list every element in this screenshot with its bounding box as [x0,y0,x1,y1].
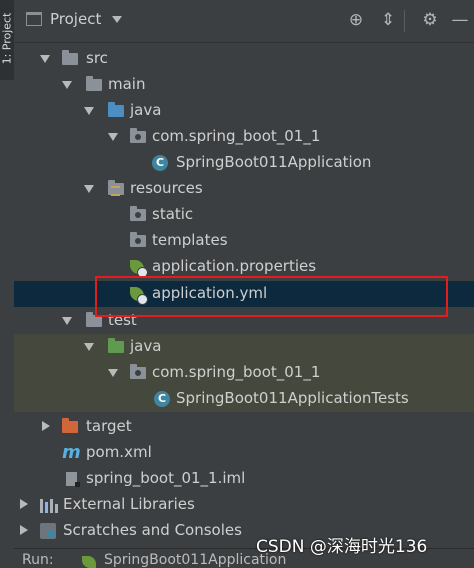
expand-arrow-icon[interactable] [108,369,118,377]
tree-label: java [130,337,162,355]
side-tool-strip: 1: Project [0,0,15,564]
project-tool-tab[interactable]: 1: Project [0,0,14,80]
collapsed-arrow-icon[interactable] [20,525,28,535]
maven-icon: m [62,442,81,463]
run-label: Run: [22,552,54,568]
watermark: CSDN @深海时光136 [256,537,428,557]
tree-row-external-libraries[interactable]: External Libraries [14,492,474,518]
tree-label: com.spring_boot_01_1 [152,363,321,381]
package-icon [130,364,146,379]
resources-folder-icon [108,180,124,196]
scratches-icon [40,523,56,539]
tree-row-package[interactable]: com.spring_boot_01_1 [14,124,474,150]
locate-target-icon[interactable]: ⊕ [346,10,366,30]
spring-config-icon [130,260,148,278]
tree-row-application-class[interactable]: C SpringBoot011Application [14,150,474,176]
folder-icon [130,232,146,247]
view-selector[interactable]: Project [50,10,101,28]
tree-row-src[interactable]: src [14,46,474,72]
tree-label: SpringBoot011ApplicationTests [176,389,409,407]
expand-arrow-icon[interactable] [84,107,94,115]
highlight-annotation-box [95,276,448,317]
package-icon [130,128,146,143]
tree-row-main[interactable]: main [14,72,474,98]
gear-icon[interactable]: ⚙ [420,10,440,30]
tree-label: com.spring_boot_01_1 [152,127,321,145]
toolbar-divider [404,10,405,32]
expand-arrow-icon[interactable] [84,185,94,193]
tree-row-target[interactable]: target [14,414,474,440]
tree-row-test-java[interactable]: java [14,334,474,360]
expand-arrow-icon[interactable] [108,133,118,141]
tree-row-java[interactable]: java [14,98,474,124]
spring-boot-icon [82,556,96,568]
tree-row-pom[interactable]: m pom.xml [14,440,474,466]
expand-arrow-icon[interactable] [62,81,72,89]
expand-arrow-icon[interactable] [84,343,94,351]
tree-label: static [152,205,194,223]
collapsed-arrow-icon[interactable] [42,421,50,431]
spring-boot-class-icon: C [152,155,168,171]
tree-row-resources[interactable]: resources [14,176,474,202]
chevron-down-icon[interactable] [112,16,122,23]
excluded-folder-icon [62,418,78,433]
folder-icon [62,50,78,65]
tree-row-tests-class[interactable]: C SpringBoot011ApplicationTests [14,386,474,412]
expand-arrow-icon[interactable] [40,55,50,63]
library-icon [40,497,58,513]
project-panel: Project ⊕ ⇕ ⚙ — src main java com.spring… [14,0,474,568]
source-folder-icon [108,102,124,117]
tree-label: main [108,75,146,93]
minimize-icon[interactable]: — [450,10,470,30]
folder-icon [86,76,102,91]
tree-row-static[interactable]: static [14,202,474,228]
project-tool-tab-label: 1: Project [0,12,14,65]
expand-arrow-icon[interactable] [62,317,72,325]
tree-row-test-package[interactable]: com.spring_boot_01_1 [14,360,474,386]
tree-label: External Libraries [63,495,195,513]
tree-label: pom.xml [86,443,152,461]
test-folder-icon [108,338,124,353]
project-view-icon [26,12,42,26]
panel-header: Project ⊕ ⇕ ⚙ — [14,0,474,43]
tree-row-iml[interactable]: spring_boot_01_1.iml [14,466,474,492]
collapsed-arrow-icon[interactable] [20,499,28,509]
module-file-icon [66,472,80,487]
tree-label: Scratches and Consoles [63,521,242,539]
tree-row-templates[interactable]: templates [14,228,474,254]
tree-label: java [130,101,162,119]
tree-label: resources [130,179,203,197]
tree-label: spring_boot_01_1.iml [86,469,246,487]
folder-icon [130,206,146,221]
tree-label: SpringBoot011Application [176,153,372,171]
tree-label: target [86,417,132,435]
tree-label: application.properties [152,257,317,275]
tree-label: templates [152,231,228,249]
class-icon: C [154,391,170,407]
tree-label: src [86,49,108,67]
collapse-all-icon[interactable]: ⇕ [378,10,398,30]
